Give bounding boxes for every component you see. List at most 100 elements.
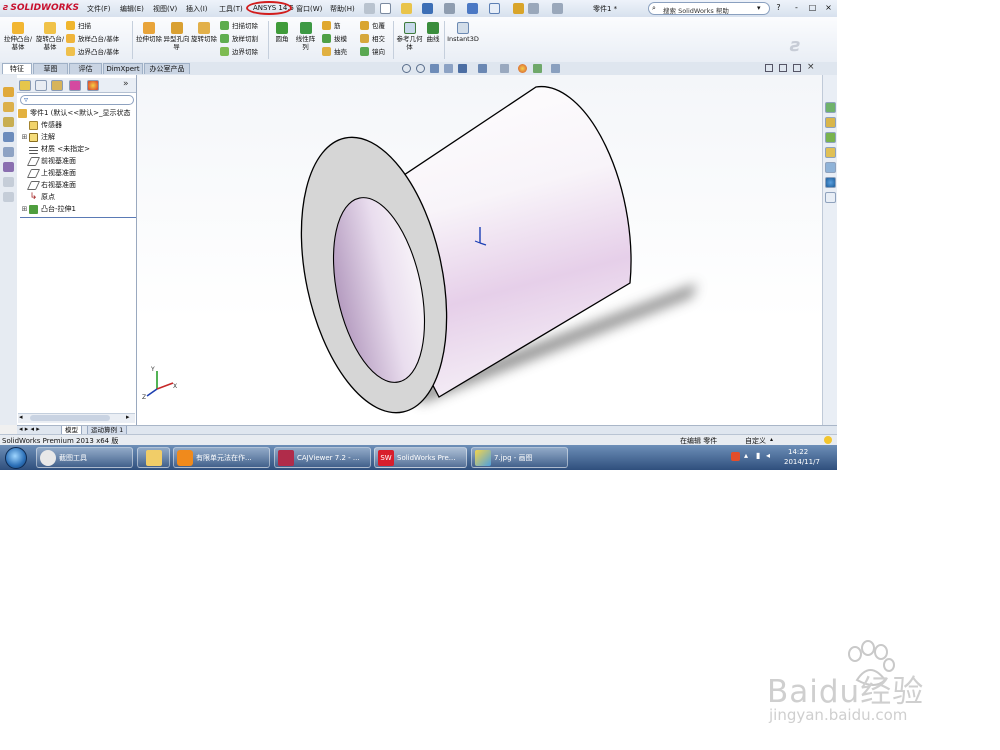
taskbar-snipping-tool[interactable]: 截图工具 bbox=[36, 447, 133, 468]
dimxpert-tab-icon[interactable] bbox=[69, 80, 81, 91]
print-icon[interactable] bbox=[444, 3, 455, 14]
clock-time[interactable]: 14:22 bbox=[788, 448, 808, 456]
chart-icon[interactable] bbox=[3, 132, 14, 142]
tree-horizontal-scrollbar[interactable]: ◂ ▸ bbox=[18, 413, 135, 423]
instant3d-button[interactable]: Instant3D bbox=[447, 22, 479, 43]
sweep-button[interactable]: 扫描 bbox=[66, 20, 119, 30]
revolve-boss-button[interactable]: 旋转凸台/基体 bbox=[35, 22, 65, 51]
save-icon[interactable] bbox=[422, 3, 433, 14]
rebuild-status-icon[interactable] bbox=[824, 436, 832, 444]
file-explorer-icon[interactable] bbox=[825, 132, 836, 143]
drawing-icon[interactable] bbox=[3, 117, 14, 127]
taskbar-explorer[interactable] bbox=[137, 447, 170, 468]
menu-edit[interactable]: 编辑(E) bbox=[120, 4, 144, 14]
close-button[interactable]: × bbox=[823, 3, 834, 13]
appearances-icon[interactable] bbox=[825, 177, 836, 188]
curves-button[interactable]: 曲线 bbox=[424, 22, 442, 43]
featuremanager-tab-icon[interactable] bbox=[19, 80, 31, 91]
file-properties-icon[interactable] bbox=[528, 3, 539, 14]
reference-geometry-button[interactable]: 参考几何体 bbox=[396, 22, 423, 51]
display-manager-tab-icon[interactable] bbox=[87, 80, 99, 91]
tree-icon[interactable] bbox=[3, 162, 14, 172]
search-results-icon[interactable] bbox=[825, 147, 836, 158]
volume-icon[interactable]: ◂ bbox=[766, 451, 770, 460]
menu-tools[interactable]: 工具(T) bbox=[219, 4, 243, 14]
help-button[interactable]: ? bbox=[773, 3, 784, 13]
tree-item-front-plane[interactable]: 前视基准面 bbox=[21, 155, 76, 167]
viewport-close-icon[interactable]: × bbox=[807, 62, 815, 72]
tree-item-material[interactable]: 材质 <未指定> bbox=[21, 143, 90, 155]
viewport-maximize-icon[interactable] bbox=[793, 64, 801, 72]
loft-cut-button[interactable]: 放样切割 bbox=[220, 33, 258, 43]
menu-insert[interactable]: 插入(I) bbox=[186, 4, 208, 14]
tree-item-boss-extrude1[interactable]: ⊞ 凸台-拉伸1 bbox=[21, 203, 76, 215]
tree-root-part[interactable]: 零件1 (默认<<默认>_显示状态 bbox=[17, 107, 131, 119]
maximize-button[interactable]: □ bbox=[807, 3, 818, 13]
menu-file[interactable]: 文件(F) bbox=[87, 4, 111, 14]
tab-sketch[interactable]: 草图 bbox=[33, 63, 68, 74]
swept-cut-button[interactable]: 扫描切除 bbox=[220, 20, 258, 30]
rebuild-icon[interactable] bbox=[513, 3, 524, 14]
tab-scroll-icons[interactable]: ◂ ▸ ◂ ▸ bbox=[19, 425, 40, 433]
start-button[interactable] bbox=[5, 447, 27, 469]
network-icon[interactable]: ▮ bbox=[756, 451, 760, 460]
tree-filter-input[interactable]: ▿ bbox=[20, 95, 134, 105]
section-view-icon[interactable] bbox=[444, 64, 453, 73]
edit-appearance-icon[interactable] bbox=[518, 64, 527, 73]
taskbar-solidworks[interactable]: SW SolidWorks Pre... bbox=[374, 447, 467, 468]
view-palette-icon[interactable] bbox=[825, 162, 836, 173]
rollback-bar[interactable] bbox=[20, 217, 136, 218]
menu-window[interactable]: 窗口(W) bbox=[296, 4, 322, 14]
viewport-restore-icon[interactable] bbox=[765, 64, 773, 72]
intersect-button[interactable]: 相交 bbox=[360, 33, 385, 43]
clock-date[interactable]: 2014/11/7 bbox=[784, 458, 820, 466]
mirror-button[interactable]: 镜向 bbox=[360, 46, 385, 56]
tray-app-icon[interactable] bbox=[731, 452, 740, 461]
tab-features[interactable]: 特征 bbox=[2, 63, 32, 74]
propertymanager-tab-icon[interactable] bbox=[35, 80, 47, 91]
draft-button[interactable]: 拔模 bbox=[322, 33, 347, 43]
tree-item-right-plane[interactable]: 右视基准面 bbox=[21, 179, 76, 191]
custom-properties-icon[interactable] bbox=[825, 192, 836, 203]
taskbar-cajviewer[interactable]: CAJViewer 7.2 - ... bbox=[274, 447, 371, 468]
linear-pattern-button[interactable]: 线性阵列 bbox=[293, 22, 318, 51]
hide-show-items-icon[interactable] bbox=[500, 64, 509, 73]
apply-scene-icon[interactable] bbox=[533, 64, 542, 73]
taskbar-browser[interactable]: 有限单元法在作... bbox=[173, 447, 270, 468]
scrollbar-thumb[interactable] bbox=[30, 415, 110, 421]
tray-expand-icon[interactable]: ▴ bbox=[744, 451, 748, 460]
extrude-cut-button[interactable]: 拉伸切除 bbox=[136, 22, 162, 43]
select-pointer-icon[interactable] bbox=[489, 3, 500, 14]
minimize-button[interactable]: - bbox=[791, 3, 802, 13]
configurationmanager-tab-icon[interactable] bbox=[51, 80, 63, 91]
design-library-icon[interactable] bbox=[825, 117, 836, 128]
display-style-icon[interactable] bbox=[478, 64, 487, 73]
extrude-boss-button[interactable]: 拉伸凸台/基体 bbox=[3, 22, 33, 51]
tab-office-products[interactable]: 办公室产品 bbox=[144, 63, 190, 74]
expand-panel-icon[interactable]: » bbox=[123, 79, 129, 89]
viewport-tile-icon[interactable] bbox=[779, 64, 787, 72]
scroll-right-icon[interactable]: ▸ bbox=[126, 413, 130, 421]
search-dropdown-icon[interactable]: ▾ bbox=[757, 4, 761, 12]
fillet-button[interactable]: 圆角 bbox=[272, 22, 292, 43]
units-dropdown-icon[interactable]: ▴ bbox=[770, 436, 773, 443]
tab-evaluate[interactable]: 评估 bbox=[69, 63, 102, 74]
expand-toggle-icon[interactable]: ⊞ bbox=[21, 205, 28, 213]
solidworks-resources-icon[interactable] bbox=[825, 102, 836, 113]
loft-boss-button[interactable]: 放样凸台/基体 bbox=[66, 33, 119, 43]
part-icon[interactable] bbox=[3, 102, 14, 112]
view-orientation-icon[interactable] bbox=[458, 64, 467, 73]
boundary-boss-button[interactable]: 边界凸台/基体 bbox=[66, 46, 119, 56]
tree-item-origin[interactable]: ↳ 原点 bbox=[21, 191, 55, 203]
graphics-area[interactable]: Y X Z bbox=[137, 75, 822, 425]
rib-button[interactable]: 筋 bbox=[322, 20, 347, 30]
feature-icon[interactable] bbox=[3, 87, 14, 97]
help-search-box[interactable]: ⌕ 搜索 SolidWorks 帮助 ▾ bbox=[648, 2, 770, 15]
scroll-left-icon[interactable]: ◂ bbox=[19, 413, 23, 421]
tree-item-top-plane[interactable]: 上视基准面 bbox=[21, 167, 76, 179]
options-icon[interactable] bbox=[552, 3, 563, 14]
revolve-cut-button[interactable]: 旋转切除 bbox=[191, 22, 217, 43]
open-folder-icon[interactable] bbox=[401, 3, 412, 14]
display-icon[interactable] bbox=[3, 147, 14, 157]
pin-icon[interactable] bbox=[364, 3, 375, 14]
